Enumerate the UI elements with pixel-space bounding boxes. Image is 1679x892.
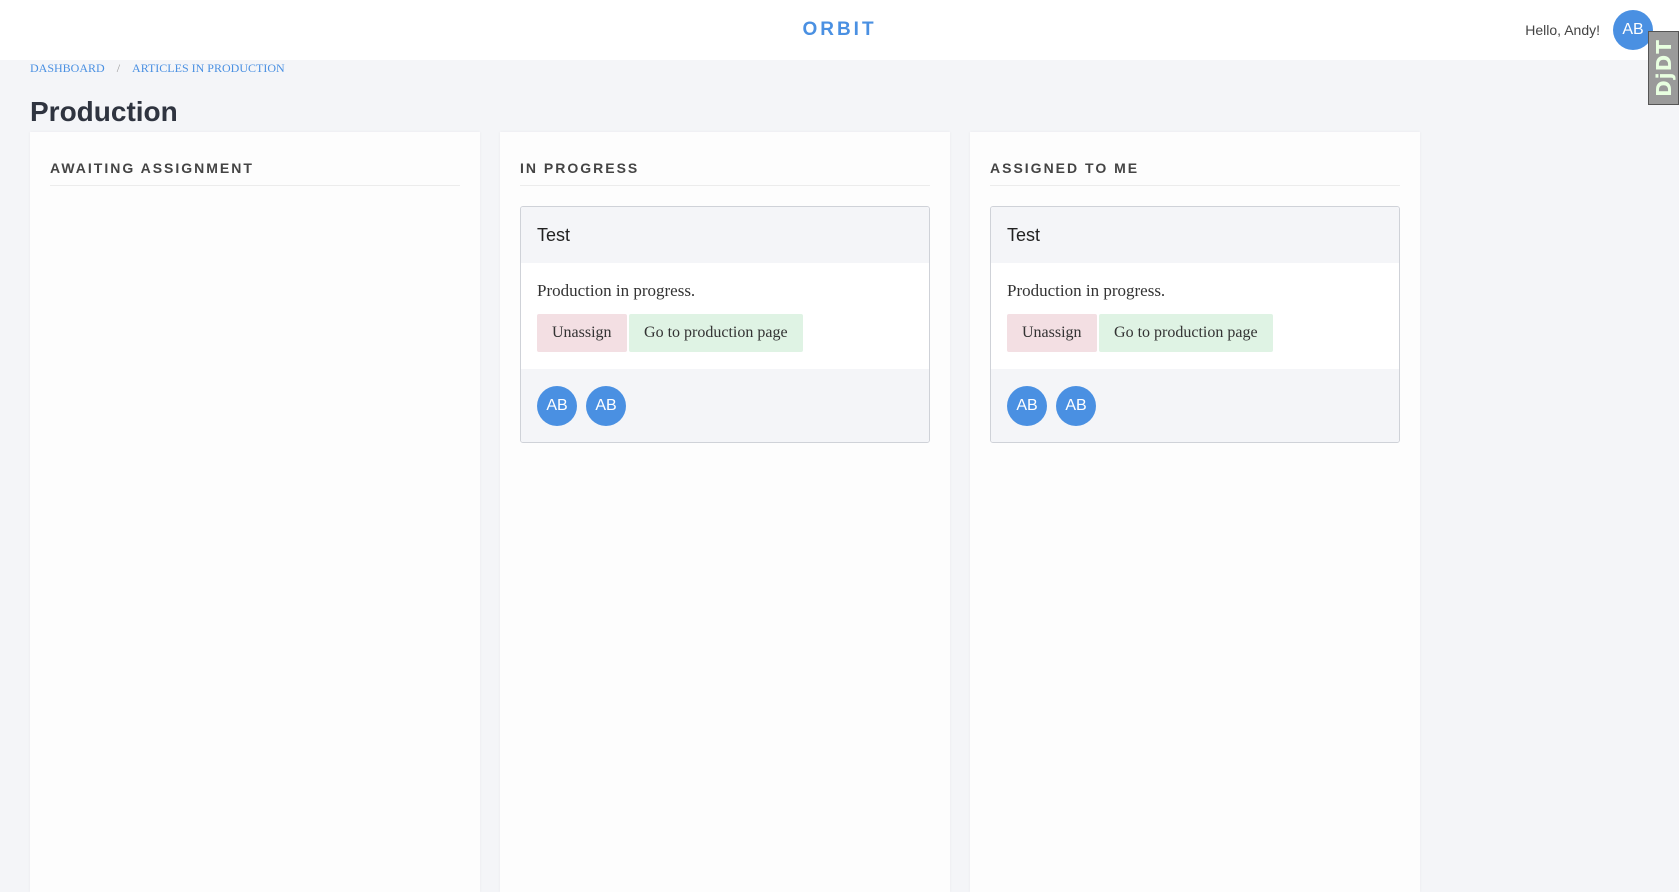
- article-status-text: Production in progress.: [1007, 281, 1166, 300]
- debug-toolbar-label: DjDT: [1651, 39, 1676, 97]
- column-title: IN PROGRESS: [520, 160, 930, 186]
- go-to-production-page-button[interactable]: Go to production page: [629, 314, 803, 352]
- assignee-avatar[interactable]: AB: [537, 385, 577, 426]
- article-card-body: Production in progress. Unassign Go to p…: [991, 263, 1399, 369]
- breadcrumb-articles-in-production[interactable]: ARTICLES IN PRODUCTION: [132, 61, 285, 75]
- user-greeting: Hello, Andy!: [1525, 22, 1600, 38]
- article-card: Test Production in progress. Unassign Go…: [990, 206, 1400, 443]
- article-card: Test Production in progress. Unassign Go…: [520, 206, 930, 443]
- assignee-avatar[interactable]: AB: [1007, 385, 1047, 426]
- column-awaiting-assignment: AWAITING ASSIGNMENT: [30, 132, 480, 892]
- column-title: ASSIGNED TO ME: [990, 160, 1400, 186]
- assignee-avatar[interactable]: AB: [586, 385, 626, 426]
- assignee-avatar[interactable]: AB: [1056, 385, 1096, 426]
- top-navbar: ORBIT Hello, Andy! AB: [0, 0, 1679, 60]
- page-title: Production: [30, 96, 178, 127]
- brand-logo[interactable]: ORBIT: [0, 19, 1679, 41]
- user-avatar[interactable]: AB: [1613, 10, 1653, 50]
- article-card-title: Test: [991, 207, 1399, 263]
- article-card-body: Production in progress. Unassign Go to p…: [521, 263, 929, 369]
- article-status-text: Production in progress.: [537, 281, 696, 300]
- column-title: AWAITING ASSIGNMENT: [50, 160, 460, 186]
- article-card-title: Test: [521, 207, 929, 263]
- article-card-assignees: AB AB: [521, 369, 929, 442]
- breadcrumb-dashboard[interactable]: DASHBOARD: [30, 61, 105, 75]
- column-assigned-to-me: ASSIGNED TO ME Test Production in progre…: [970, 132, 1420, 892]
- debug-toolbar-handle[interactable]: DjDT: [1648, 31, 1679, 105]
- column-in-progress: IN PROGRESS Test Production in progress.…: [500, 132, 950, 892]
- unassign-button[interactable]: Unassign: [537, 314, 627, 352]
- breadcrumb-separator: /: [116, 61, 121, 75]
- go-to-production-page-button[interactable]: Go to production page: [1099, 314, 1273, 352]
- article-card-assignees: AB AB: [991, 369, 1399, 442]
- breadcrumb: DASHBOARD / ARTICLES IN PRODUCTION: [30, 61, 285, 76]
- unassign-button[interactable]: Unassign: [1007, 314, 1097, 352]
